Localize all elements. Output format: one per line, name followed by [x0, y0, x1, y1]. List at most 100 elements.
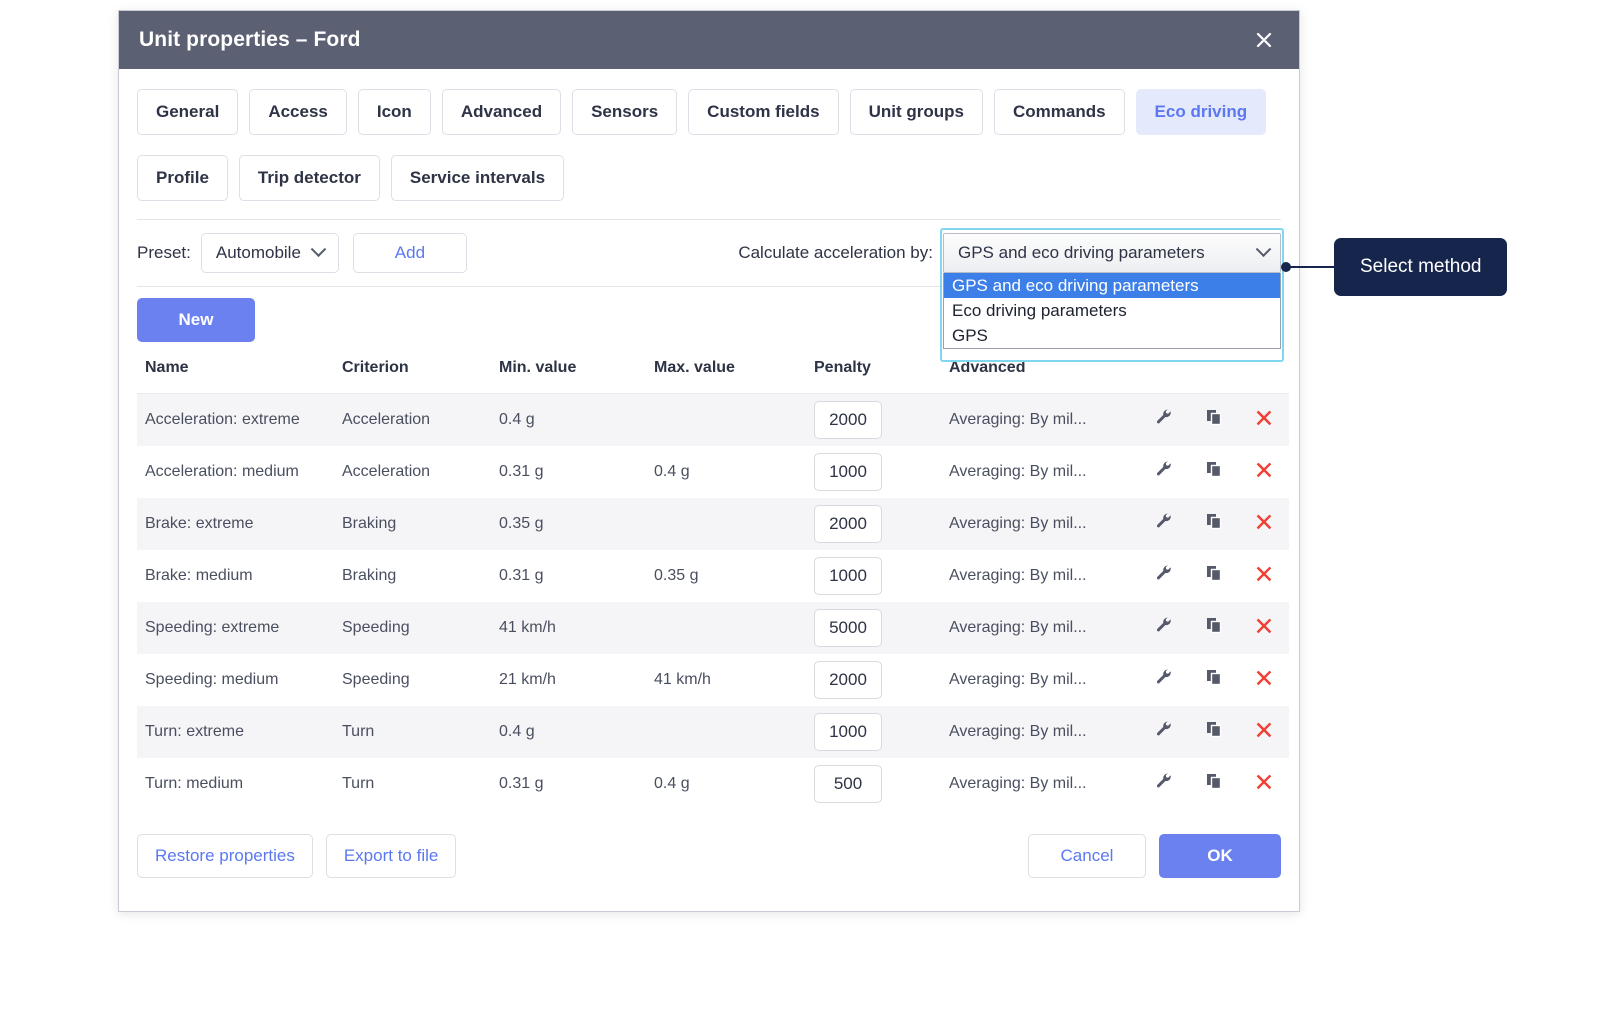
calculate-acceleration-label: Calculate acceleration by:	[738, 243, 933, 263]
header-criterion: Criterion	[342, 353, 499, 394]
cell-advanced: Averaging: By mil...	[949, 602, 1139, 654]
copy-icon[interactable]	[1205, 668, 1223, 686]
penalty-input[interactable]	[814, 661, 882, 699]
advanced-text: Averaging: By mil...	[949, 515, 1129, 533]
restore-properties-button[interactable]: Restore properties	[137, 834, 313, 878]
cell-delete: ✕	[1239, 758, 1289, 810]
cell-penalty	[814, 602, 949, 654]
preset-selected-value: Automobile	[216, 243, 301, 263]
wrench-icon[interactable]	[1155, 616, 1173, 634]
cell-min-value: 0.4 g	[499, 394, 654, 446]
cancel-button[interactable]: Cancel	[1028, 834, 1146, 878]
header-delete	[1239, 353, 1289, 394]
header-settings	[1139, 353, 1189, 394]
cell-advanced: Averaging: By mil...	[949, 446, 1139, 498]
tab-profile[interactable]: Profile	[137, 155, 228, 201]
preset-label: Preset:	[137, 243, 191, 263]
add-preset-button[interactable]: Add	[353, 233, 467, 273]
tab-sensors[interactable]: Sensors	[572, 89, 677, 135]
copy-icon[interactable]	[1205, 616, 1223, 634]
calculate-acceleration-group: Calculate acceleration by: GPS and eco d…	[738, 220, 1281, 286]
cell-name: Speeding: extreme	[137, 602, 342, 654]
copy-icon[interactable]	[1205, 512, 1223, 530]
cell-criterion: Turn	[342, 706, 499, 758]
close-x-icon[interactable]: ✕	[1254, 563, 1275, 588]
calculate-acceleration-select[interactable]: GPS and eco driving parameters	[943, 233, 1281, 273]
cell-min-value: 0.4 g	[499, 706, 654, 758]
penalty-input[interactable]	[814, 505, 882, 543]
close-x-icon[interactable]: ✕	[1254, 511, 1275, 536]
tab-access[interactable]: Access	[249, 89, 347, 135]
wrench-icon[interactable]	[1155, 460, 1173, 478]
close-icon[interactable]	[1247, 23, 1281, 57]
cell-duplicate	[1189, 394, 1239, 446]
unit-properties-dialog: Unit properties – Ford General Access Ic…	[118, 10, 1300, 912]
tab-icon[interactable]: Icon	[358, 89, 431, 135]
cell-advanced: Averaging: By mil...	[949, 758, 1139, 810]
cell-duplicate	[1189, 654, 1239, 706]
preset-select[interactable]: Automobile	[201, 233, 339, 273]
close-x-icon[interactable]: ✕	[1254, 459, 1275, 484]
header-advanced: Advanced	[949, 353, 1139, 394]
cell-penalty	[814, 498, 949, 550]
cell-max-value	[654, 394, 814, 446]
tab-service-intervals[interactable]: Service intervals	[391, 155, 564, 201]
wrench-icon[interactable]	[1155, 720, 1173, 738]
penalty-input[interactable]	[814, 453, 882, 491]
cell-duplicate	[1189, 758, 1239, 810]
table-body: Acceleration: extremeAcceleration0.4 gAv…	[137, 394, 1289, 810]
tab-trip-detector[interactable]: Trip detector	[239, 155, 380, 201]
new-button[interactable]: New	[137, 298, 255, 342]
cell-delete: ✕	[1239, 654, 1289, 706]
cell-duplicate	[1189, 446, 1239, 498]
copy-icon[interactable]	[1205, 720, 1223, 738]
cell-criterion: Speeding	[342, 602, 499, 654]
cell-name: Turn: extreme	[137, 706, 342, 758]
dialog-footer: Restore properties Export to file Cancel…	[137, 815, 1281, 911]
option-eco-driving-parameters[interactable]: Eco driving parameters	[944, 298, 1280, 323]
penalty-input[interactable]	[814, 557, 882, 595]
ok-button[interactable]: OK	[1159, 834, 1281, 878]
close-x-icon[interactable]: ✕	[1254, 615, 1275, 640]
wrench-icon[interactable]	[1155, 512, 1173, 530]
close-x-icon[interactable]: ✕	[1254, 407, 1275, 432]
copy-icon[interactable]	[1205, 408, 1223, 426]
wrench-icon[interactable]	[1155, 668, 1173, 686]
copy-icon[interactable]	[1205, 772, 1223, 790]
tab-advanced[interactable]: Advanced	[442, 89, 561, 135]
cell-penalty	[814, 550, 949, 602]
tab-custom-fields[interactable]: Custom fields	[688, 89, 838, 135]
cell-min-value: 0.35 g	[499, 498, 654, 550]
cell-duplicate	[1189, 550, 1239, 602]
preset-row: Preset: Automobile Add Calculate acceler…	[137, 220, 1281, 286]
callout-select-method: Select method	[1334, 238, 1507, 296]
cell-penalty	[814, 654, 949, 706]
close-x-icon[interactable]: ✕	[1254, 667, 1275, 692]
export-to-file-button[interactable]: Export to file	[326, 834, 457, 878]
close-x-icon[interactable]: ✕	[1254, 719, 1275, 744]
cell-max-value	[654, 706, 814, 758]
wrench-icon[interactable]	[1155, 564, 1173, 582]
header-penalty: Penalty	[814, 353, 949, 394]
cell-delete: ✕	[1239, 394, 1289, 446]
penalty-input[interactable]	[814, 765, 882, 803]
cell-max-value: 41 km/h	[654, 654, 814, 706]
penalty-input[interactable]	[814, 609, 882, 647]
cell-advanced: Averaging: By mil...	[949, 654, 1139, 706]
copy-icon[interactable]	[1205, 564, 1223, 582]
tab-eco-driving[interactable]: Eco driving	[1136, 89, 1267, 135]
option-gps[interactable]: GPS	[944, 323, 1280, 348]
tab-unit-groups[interactable]: Unit groups	[850, 89, 983, 135]
eco-driving-table: Name Criterion Min. value Max. value Pen…	[137, 353, 1289, 810]
tab-general[interactable]: General	[137, 89, 238, 135]
penalty-input[interactable]	[814, 401, 882, 439]
advanced-text: Averaging: By mil...	[949, 723, 1129, 741]
cell-name: Acceleration: medium	[137, 446, 342, 498]
copy-icon[interactable]	[1205, 460, 1223, 478]
tab-commands[interactable]: Commands	[994, 89, 1125, 135]
wrench-icon[interactable]	[1155, 408, 1173, 426]
close-x-icon[interactable]: ✕	[1254, 771, 1275, 796]
wrench-icon[interactable]	[1155, 772, 1173, 790]
penalty-input[interactable]	[814, 713, 882, 751]
option-gps-and-eco-driving-parameters[interactable]: GPS and eco driving parameters	[944, 273, 1280, 298]
